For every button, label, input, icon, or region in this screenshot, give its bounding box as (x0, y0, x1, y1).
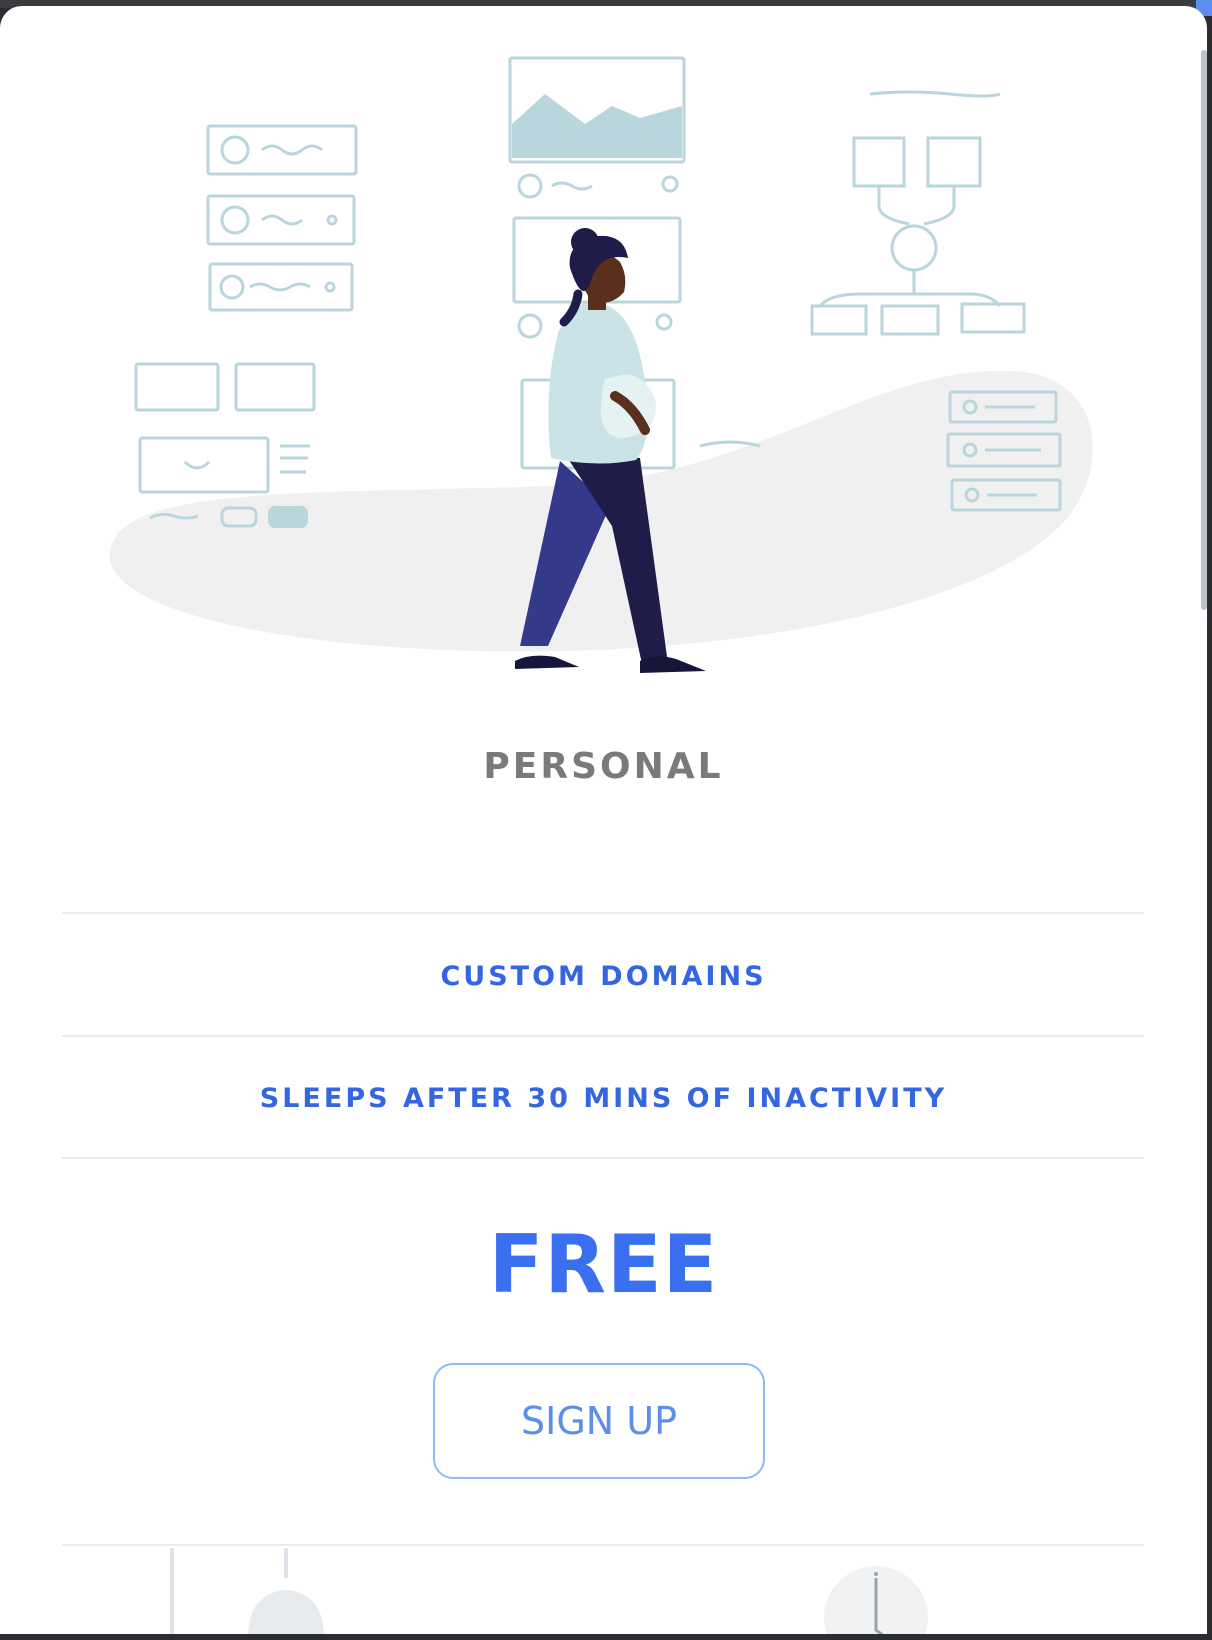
feature-sleep-policy: SLEEPS AFTER 30 MINS OF INACTIVITY (259, 1083, 948, 1114)
feature-custom-domains: CUSTOM DOMAINS (440, 961, 767, 992)
pricing-card: PERSONAL CUSTOM DOMAINS SLEEPS AFTER 30 … (0, 6, 1207, 1634)
next-card-illustration (170, 1548, 928, 1634)
divider (62, 1157, 1144, 1159)
scrollbar[interactable] (1201, 50, 1207, 610)
plan-price: FREE (488, 1218, 719, 1311)
divider (62, 1544, 1144, 1546)
divider (62, 912, 1144, 914)
sign-up-button[interactable]: SIGN UP (433, 1363, 765, 1479)
person-walking-illustration (109, 56, 1093, 673)
plan-name: PERSONAL (483, 746, 724, 787)
divider (62, 1035, 1144, 1037)
